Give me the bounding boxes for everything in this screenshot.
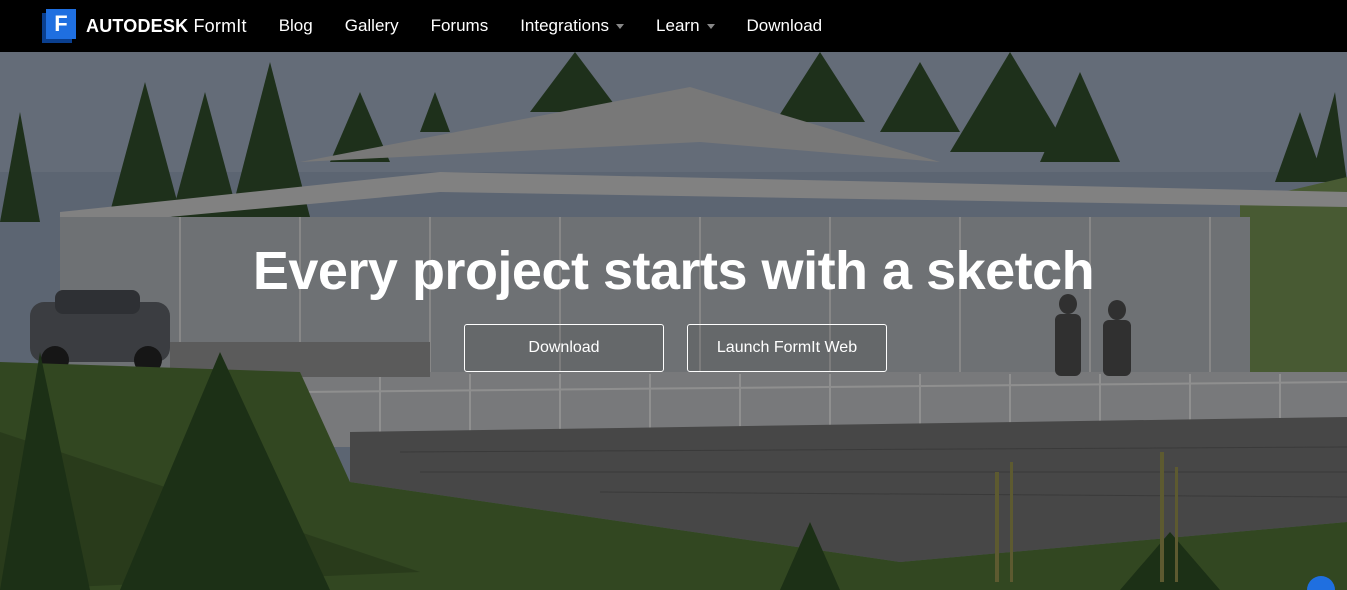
brand-product: FormIt [193, 15, 247, 36]
formit-logo-icon: F [42, 9, 78, 43]
nav-item-label: Integrations [520, 16, 610, 35]
nav-item-download[interactable]: Download [747, 16, 823, 36]
nav-item-label: Forums [430, 16, 489, 35]
launch-formit-web-button[interactable]: Launch FormIt Web [687, 324, 887, 372]
hero-download-button[interactable]: Download [464, 324, 664, 372]
top-navbar: F AUTODESK FormIt Blog Gallery Forums In… [0, 0, 1347, 52]
nav-item-gallery[interactable]: Gallery [345, 16, 399, 36]
nav-item-label: Gallery [344, 16, 399, 35]
nav-item-label: Learn [656, 16, 700, 35]
brand-company: AUTODESK [86, 15, 189, 36]
nav-item-learn[interactable]: Learn [656, 16, 715, 36]
hero-section: Every project starts with a sketch Downl… [0, 52, 1347, 590]
brand-logo-link[interactable]: F AUTODESK FormIt [42, 9, 247, 43]
hero-overlay [0, 52, 1347, 590]
brand-name: AUTODESK FormIt [86, 16, 247, 37]
hero-title: Every project starts with a sketch [252, 241, 1095, 301]
nav-item-forums[interactable]: Forums [431, 16, 489, 36]
logo-letter: F [46, 9, 76, 39]
caret-down-icon [706, 23, 715, 29]
nav-item-label: Download [746, 16, 823, 35]
nav-item-integrations[interactable]: Integrations [520, 16, 625, 36]
main-nav: Blog Gallery Forums Integrations Learn D… [279, 16, 854, 36]
nav-item-label: Blog [278, 16, 313, 35]
caret-down-icon [616, 23, 625, 29]
nav-item-blog[interactable]: Blog [279, 16, 313, 36]
